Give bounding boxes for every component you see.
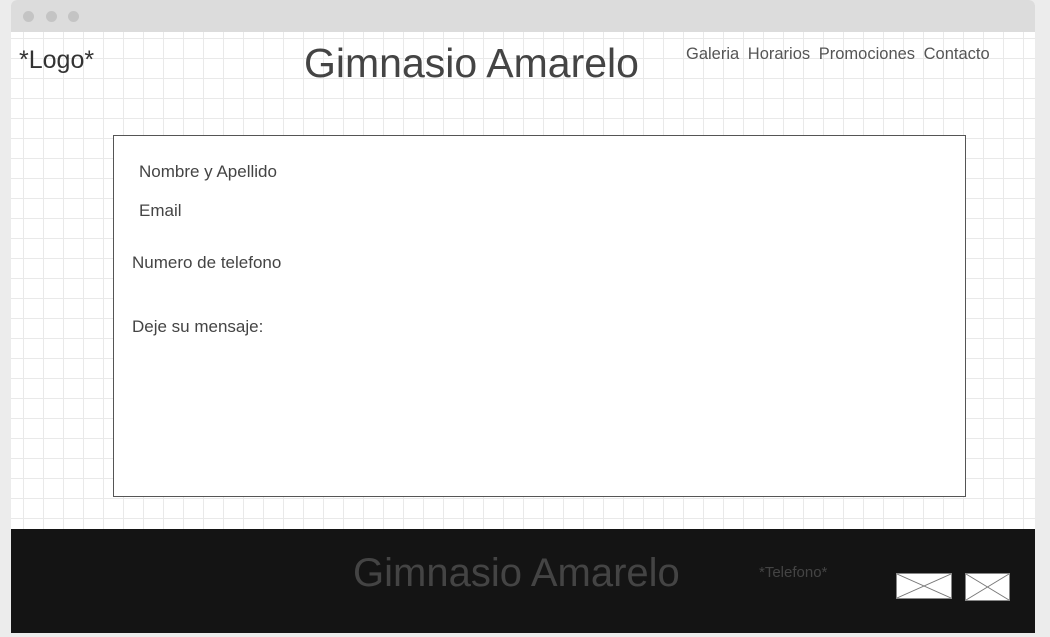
window-minimize-dot[interactable] — [46, 11, 57, 22]
page-canvas: *Logo* Gimnasio Amarelo Galeria Horarios… — [11, 32, 1035, 633]
main-nav: Galeria Horarios Promociones Contacto — [686, 45, 990, 64]
window-titlebar — [11, 0, 1035, 32]
footer-phone: *Telefono* — [759, 564, 828, 581]
nav-item-promociones[interactable]: Promociones — [819, 45, 915, 63]
browser-window: *Logo* Gimnasio Amarelo Galeria Horarios… — [11, 0, 1035, 633]
nav-item-galeria[interactable]: Galeria — [686, 45, 739, 63]
image-placeholder-icon[interactable] — [896, 573, 952, 599]
message-field[interactable]: Deje su mensaje: — [132, 317, 263, 337]
image-placeholder-icon[interactable] — [965, 573, 1010, 601]
footer-title: Gimnasio Amarelo — [353, 551, 680, 595]
logo: *Logo* — [19, 46, 95, 74]
email-field[interactable]: Email — [139, 201, 182, 221]
contact-form: Nombre y Apellido Email Numero de telefo… — [113, 135, 966, 497]
phone-field[interactable]: Numero de telefono — [132, 253, 281, 273]
nav-item-horarios[interactable]: Horarios — [748, 45, 810, 63]
footer: Gimnasio Amarelo *Telefono* — [11, 529, 1035, 633]
window-maximize-dot[interactable] — [68, 11, 79, 22]
name-field[interactable]: Nombre y Apellido — [139, 162, 277, 182]
window-close-dot[interactable] — [23, 11, 34, 22]
site-title: Gimnasio Amarelo — [304, 40, 639, 86]
nav-item-contacto[interactable]: Contacto — [924, 45, 990, 63]
